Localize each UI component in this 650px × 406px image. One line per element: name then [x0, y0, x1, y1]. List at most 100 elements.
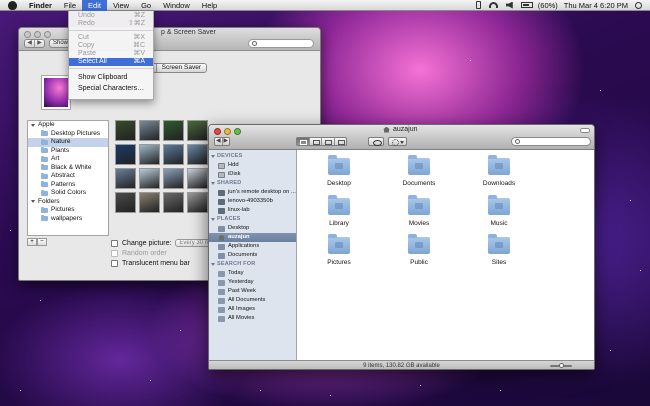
folder-item-pictures[interactable]: Pictures	[314, 234, 364, 266]
bluetooth-icon[interactable]	[475, 1, 481, 9]
sidebar-item-idisk[interactable]: iDisk	[209, 170, 296, 179]
sidebar-item-all-images[interactable]: All Images	[209, 305, 296, 314]
wallpaper-thumbnail[interactable]	[163, 144, 184, 165]
spotlight-icon[interactable]	[635, 1, 642, 9]
sidebar-section-search-for[interactable]: SEARCH FOR	[209, 260, 296, 269]
wallpaper-thumbnail[interactable]	[187, 192, 208, 213]
source-item-black-and-white[interactable]: Black & White	[28, 164, 108, 173]
source-item-nature[interactable]: Nature	[28, 138, 108, 147]
translucent-menu-bar-checkbox[interactable]	[111, 259, 118, 267]
menu-edit[interactable]: Edit	[82, 0, 107, 11]
icon-view-button[interactable]	[297, 138, 309, 145]
folder-item-sites[interactable]: Sites	[474, 234, 524, 266]
folder-item-documents[interactable]: Documents	[394, 155, 444, 187]
cover-flow-button[interactable]	[333, 138, 347, 145]
icon-size-slider-knob[interactable]	[559, 363, 564, 368]
source-item-plants[interactable]: Plants	[28, 147, 108, 156]
menu-clock[interactable]: Thu Mar 4 6:20 PM	[561, 1, 631, 10]
menu-go[interactable]: Go	[135, 0, 157, 11]
wallpaper-thumbnail[interactable]	[187, 168, 208, 189]
add-folder-button[interactable]: +	[27, 238, 37, 246]
sidebar-item-today[interactable]: Today	[209, 269, 296, 278]
wallpaper-thumbnail[interactable]	[115, 168, 136, 189]
close-button[interactable]	[24, 31, 31, 38]
column-view-button[interactable]	[321, 138, 334, 145]
minimize-button[interactable]	[34, 31, 41, 38]
back-arrow-icon[interactable]: ◀	[25, 40, 34, 47]
wallpaper-thumbnail[interactable]	[139, 144, 160, 165]
apple-menu-icon[interactable]	[8, 0, 17, 10]
source-item-solid-colors[interactable]: Solid Colors	[28, 189, 108, 198]
sidebar-item-linux-lab[interactable]: linux-lab	[209, 206, 296, 215]
sidebar-item-auzajun[interactable]: auzajun	[209, 233, 296, 242]
menu-app-finder[interactable]: Finder	[23, 0, 58, 11]
disclosure-triangle-icon[interactable]	[211, 218, 215, 221]
wallpaper-thumbnail[interactable]	[139, 168, 160, 189]
sidebar-section-shared[interactable]: SHARED	[209, 179, 296, 188]
folder-item-movies[interactable]: Movies	[394, 195, 444, 227]
zoom-button[interactable]	[234, 128, 241, 135]
menu-item-copy[interactable]: Copy ⌘C	[69, 42, 153, 50]
folder-item-downloads[interactable]: Downloads	[474, 155, 524, 187]
wallpaper-thumbnail[interactable]	[187, 120, 208, 141]
folder-item-music[interactable]: Music	[474, 195, 524, 227]
menu-item-special-characters[interactable]: Special Characters…	[69, 83, 153, 94]
random-order-checkbox[interactable]	[111, 249, 118, 257]
sidebar-item-documents[interactable]: Documents	[209, 251, 296, 260]
wallpaper-thumbnail[interactable]	[187, 144, 208, 165]
wallpaper-thumbnail[interactable]	[139, 120, 160, 141]
toolbar-toggle-button[interactable]	[580, 128, 590, 133]
wallpaper-thumbnail[interactable]	[163, 168, 184, 189]
menu-item-paste[interactable]: Paste ⌘V	[69, 50, 153, 58]
wallpaper-thumbnail[interactable]	[163, 120, 184, 141]
disclosure-triangle-icon[interactable]	[211, 263, 215, 266]
forward-arrow-icon[interactable]: ▶	[34, 40, 44, 47]
folder-item-public[interactable]: Public	[394, 234, 444, 266]
disclosure-triangle-icon[interactable]	[31, 123, 35, 127]
battery-icon[interactable]	[520, 2, 533, 8]
source-item-abstract[interactable]: Abstract	[28, 172, 108, 181]
source-item-folders[interactable]: Folders	[28, 198, 108, 207]
sidebar-item-hdd[interactable]: Hdd	[209, 161, 296, 170]
source-item-art[interactable]: Art	[28, 155, 108, 164]
sidebar-section-devices[interactable]: DEVICES	[209, 152, 296, 161]
menu-file[interactable]: File	[58, 0, 82, 11]
sidebar-item-all-movies[interactable]: All Movies	[209, 314, 296, 323]
source-item-wallpapers[interactable]: wallpapers	[28, 215, 108, 224]
minimize-button[interactable]	[224, 128, 231, 135]
remove-folder-button[interactable]: −	[37, 238, 47, 246]
list-view-button[interactable]	[308, 138, 322, 145]
search-input[interactable]	[511, 137, 591, 146]
quick-look-button[interactable]	[368, 137, 384, 146]
sidebar-item-lenovo-4903350b[interactable]: lenovo-4903350b	[209, 197, 296, 206]
menu-item-redo[interactable]: Redo ⇧⌘Z	[69, 20, 153, 28]
zoom-button[interactable]	[44, 31, 51, 38]
sidebar-item-yesterday[interactable]: Yesterday	[209, 278, 296, 287]
tab-screen-saver[interactable]: Screen Saver	[155, 64, 206, 72]
menu-help[interactable]: Help	[196, 0, 223, 11]
source-item-apple[interactable]: Apple	[28, 121, 108, 130]
volume-icon[interactable]	[505, 1, 513, 9]
source-item-pictures[interactable]: Pictures	[28, 206, 108, 215]
search-input[interactable]	[248, 39, 314, 48]
menu-item-undo[interactable]: Undo ⌘Z	[69, 12, 153, 20]
wallpaper-thumbnail[interactable]	[115, 192, 136, 213]
sidebar-item-jun-s-remote-desktop-on[interactable]: jun's remote desktop on ...	[209, 188, 296, 197]
menu-item-show-clipboard[interactable]: Show Clipboard	[69, 72, 153, 83]
disclosure-triangle-icon[interactable]	[31, 200, 35, 204]
wallpaper-thumbnail[interactable]	[115, 144, 136, 165]
sidebar-item-desktop[interactable]: Desktop	[209, 224, 296, 233]
source-item-desktop-pictures[interactable]: Desktop Pictures	[28, 130, 108, 139]
wallpaper-thumbnail[interactable]	[115, 120, 136, 141]
wallpaper-thumbnail[interactable]	[139, 192, 160, 213]
close-button[interactable]	[214, 128, 221, 135]
sidebar-item-past-week[interactable]: Past Week	[209, 287, 296, 296]
menu-window[interactable]: Window	[157, 0, 196, 11]
menu-item-cut[interactable]: Cut ⌘X	[69, 34, 153, 42]
sidebar-item-applications[interactable]: Applications	[209, 242, 296, 251]
action-gear-button[interactable]	[388, 137, 407, 146]
sidebar-section-places[interactable]: PLACES	[209, 215, 296, 224]
folder-item-desktop[interactable]: Desktop	[314, 155, 364, 187]
wallpaper-thumbnail[interactable]	[163, 192, 184, 213]
menu-view[interactable]: View	[107, 0, 135, 11]
